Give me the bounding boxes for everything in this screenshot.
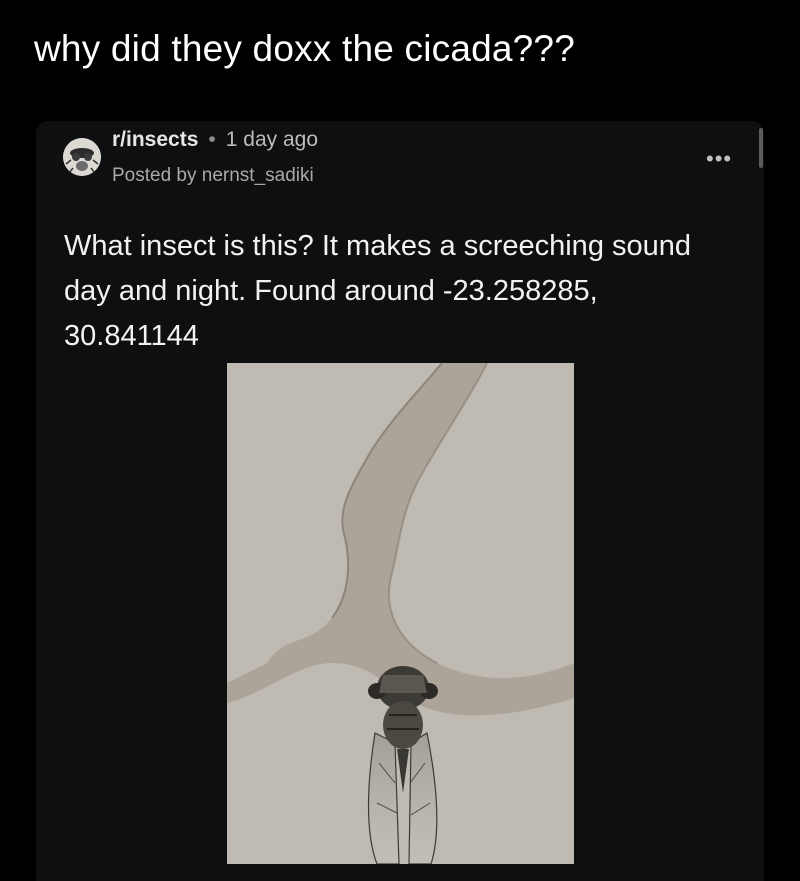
post-body: What insect is this? It makes a screechi… xyxy=(64,230,692,352)
cicada-photo xyxy=(227,363,574,864)
post-image[interactable] xyxy=(227,363,574,864)
meme-caption: why did they doxx the cicada??? xyxy=(34,28,575,69)
avatar-bug-icon xyxy=(63,138,101,176)
post-time: 1 day ago xyxy=(225,128,318,151)
scrollbar-thumb[interactable] xyxy=(759,128,763,168)
post-meta: r/insects • 1 day ago xyxy=(112,128,318,152)
subreddit-avatar[interactable] xyxy=(63,138,101,176)
meta-separator: • xyxy=(208,128,216,151)
subreddit-link[interactable]: r/insects xyxy=(112,128,198,151)
more-options-icon[interactable]: ••• xyxy=(706,148,732,170)
posted-by[interactable]: Posted by nernst_sadiki xyxy=(112,165,314,187)
